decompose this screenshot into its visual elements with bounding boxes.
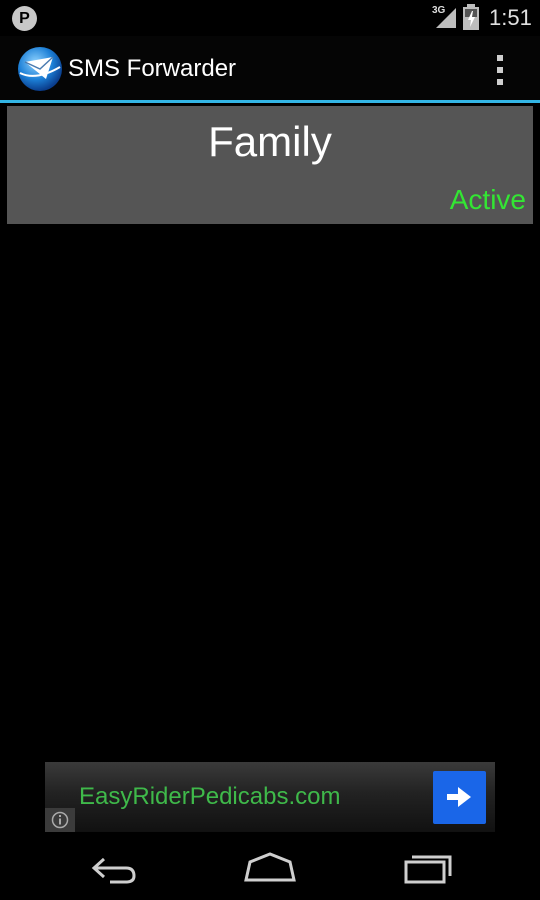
action-bar: SMS Forwarder [0,36,540,100]
ad-text[interactable]: EasyRiderPedicabs.com [79,782,340,812]
signal-icon [436,8,456,28]
status-bar: P 3G 1:51 [0,0,540,36]
overflow-menu-icon[interactable] [486,50,516,90]
recent-apps-icon[interactable] [402,850,456,886]
battery-icon [463,4,479,30]
rule-list-item[interactable]: Family Active [7,106,533,224]
arrow-right-icon [447,787,471,807]
app-icon[interactable] [16,45,64,93]
action-bar-divider [0,100,540,103]
info-icon[interactable] [45,808,75,832]
rule-status: Active [449,184,526,215]
nav-bar [0,836,540,900]
rule-name: Family [208,118,332,165]
ad-banner[interactable]: EasyRiderPedicabs.com [45,762,495,832]
p-notification-icon: P [12,6,37,31]
clock: 1:51 [489,5,532,30]
ad-arrow-button[interactable] [433,771,486,824]
home-icon[interactable] [242,850,298,886]
back-icon[interactable] [86,850,140,886]
app-title: SMS Forwarder [68,55,237,82]
